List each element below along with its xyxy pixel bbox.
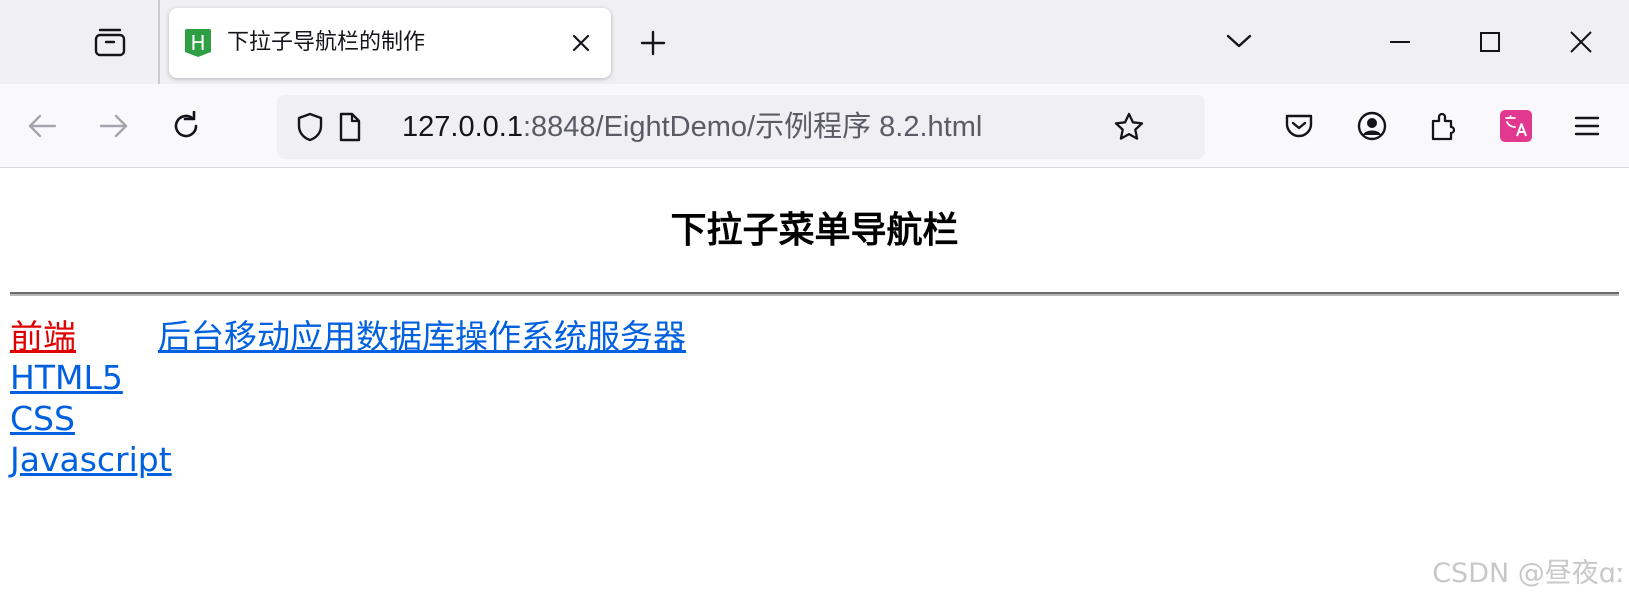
tab-title: 下拉子导航栏的制作 xyxy=(227,30,426,55)
nav-item-frontend[interactable]: 前端 xyxy=(10,317,76,357)
translate-button[interactable] xyxy=(1495,105,1537,147)
page-title: 下拉子菜单导航栏 xyxy=(670,210,959,251)
page-icon xyxy=(337,112,363,142)
puzzle-icon xyxy=(1429,110,1459,142)
nav-item-backend[interactable]: 后台 xyxy=(158,317,224,356)
close-tab-button[interactable] xyxy=(568,30,594,56)
url-host: 127.0.0.1 xyxy=(402,111,523,143)
url-text[interactable]: 127.0.0.1:8848/EightDemo/示例程序 8.2.html xyxy=(402,110,982,144)
nav-item-operating-system[interactable]: 操作系统 xyxy=(455,317,587,356)
dropdown-item-javascript[interactable]: Javascript xyxy=(10,440,172,480)
top-nav-items: 后台移动应用数据库操作系统服务器 xyxy=(158,317,686,357)
account-button[interactable] xyxy=(1351,105,1393,147)
list-all-tabs-button[interactable] xyxy=(1222,26,1256,56)
navigation-toolbar: 127.0.0.1:8848/EightDemo/示例程序 8.2.html xyxy=(0,84,1629,168)
tracking-protection-button[interactable] xyxy=(294,111,326,143)
nav-item-server[interactable]: 服务器 xyxy=(587,317,686,356)
tab-divider xyxy=(158,0,160,84)
tab-overview-button[interactable] xyxy=(92,26,128,58)
reload-button[interactable] xyxy=(165,105,207,147)
translate-icon xyxy=(1500,110,1532,142)
html-favicon: H xyxy=(185,29,211,57)
chevron-down-icon xyxy=(1226,33,1252,49)
nav-item-mobile-apps[interactable]: 移动应用 xyxy=(224,317,356,356)
minimize-button[interactable] xyxy=(1382,24,1418,60)
bookmark-button[interactable] xyxy=(1113,111,1145,143)
shield-icon xyxy=(296,112,324,142)
app-menu-button[interactable] xyxy=(1566,105,1608,147)
dropdown-item-css[interactable]: CSS xyxy=(10,399,75,439)
pocket-icon xyxy=(1284,112,1314,140)
minimize-icon xyxy=(1388,30,1412,54)
new-tab-button[interactable] xyxy=(637,27,669,59)
back-arrow-icon xyxy=(27,113,57,139)
plus-icon xyxy=(640,30,666,56)
star-icon xyxy=(1113,111,1145,143)
hamburger-menu-icon xyxy=(1574,114,1600,138)
url-path: :8848/EightDemo/示例程序 8.2.html xyxy=(522,111,983,143)
horizontal-rule xyxy=(10,292,1619,296)
back-button[interactable] xyxy=(21,105,63,147)
pocket-button[interactable] xyxy=(1278,105,1320,147)
extensions-button[interactable] xyxy=(1423,105,1465,147)
tab-strip: H 下拉子导航栏的制作 xyxy=(0,0,1629,84)
account-icon xyxy=(1356,110,1388,142)
forward-button[interactable] xyxy=(93,105,135,147)
close-icon xyxy=(571,33,591,53)
csdn-watermark: CSDN @昼夜ɑː xyxy=(1432,558,1625,589)
close-window-button[interactable] xyxy=(1563,24,1599,60)
tab-overview-icon xyxy=(94,27,126,57)
nav-item-database[interactable]: 数据库 xyxy=(356,317,455,356)
forward-arrow-icon xyxy=(99,113,129,139)
url-bar[interactable]: 127.0.0.1:8848/EightDemo/示例程序 8.2.html xyxy=(277,95,1205,159)
page-info-button[interactable] xyxy=(334,111,366,143)
dropdown-item-html5[interactable]: HTML5 xyxy=(10,358,123,398)
reload-icon xyxy=(171,111,201,141)
active-tab[interactable]: H 下拉子导航栏的制作 xyxy=(169,8,611,78)
maximize-icon xyxy=(1478,30,1502,54)
close-icon xyxy=(1569,30,1593,54)
maximize-button[interactable] xyxy=(1472,24,1508,60)
